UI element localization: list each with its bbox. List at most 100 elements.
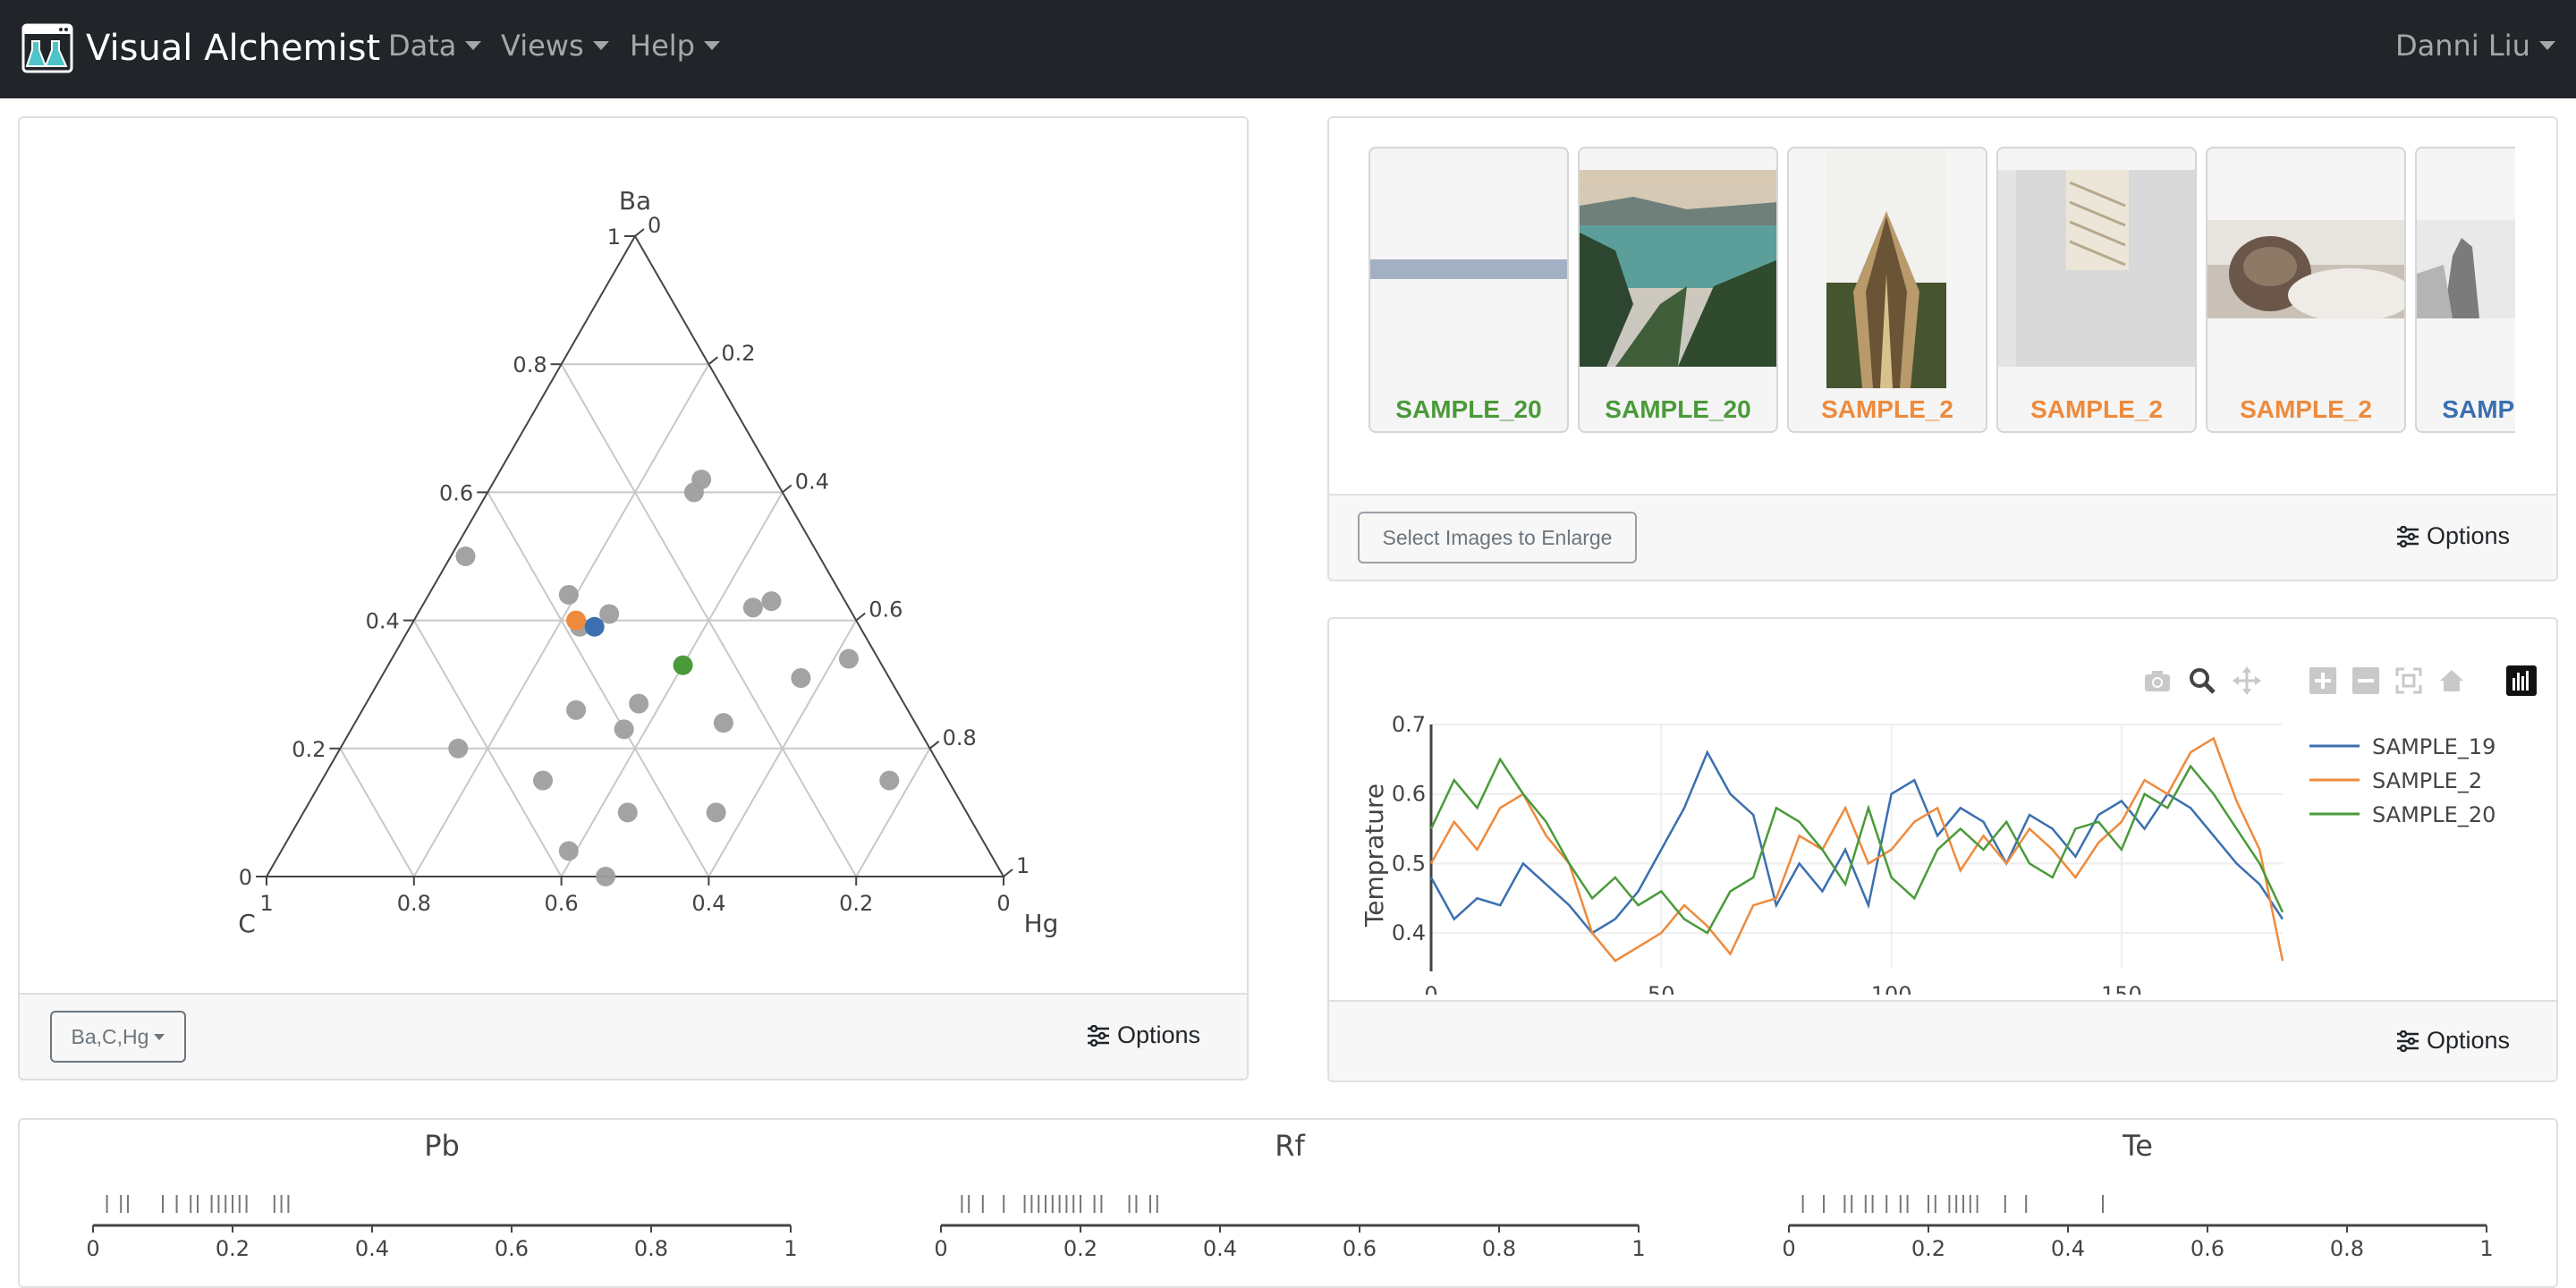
gallery-options-button[interactable]: Options bbox=[2396, 522, 2510, 550]
thumbnail[interactable]: SAMPLE_2 bbox=[1787, 147, 1987, 433]
thumbnail-label: SAMPLE_19 bbox=[2442, 395, 2515, 423]
rug-tick-label: 0.4 bbox=[2051, 1236, 2085, 1261]
ternary-point-sample_2 bbox=[566, 610, 587, 631]
rug-tick-label: 0.4 bbox=[355, 1236, 389, 1261]
thumbnail-strip[interactable]: SAMPLE_20 SAMPLE_20 SAMPLE_2 SAMPLE_2 SA… bbox=[1368, 118, 2515, 494]
caret-down-icon bbox=[2538, 41, 2555, 50]
ternary-point bbox=[596, 867, 616, 886]
select-images-button[interactable]: Select Images to Enlarge bbox=[1358, 512, 1637, 564]
caret-down-icon bbox=[592, 41, 609, 50]
legend-label: SAMPLE_19 bbox=[2372, 734, 2496, 759]
tick-label-hg: 0.8 bbox=[943, 725, 977, 750]
timeseries-options-button[interactable]: Options bbox=[2396, 1027, 2510, 1055]
gallery-footer: Select Images to Enlarge Options bbox=[1329, 494, 2556, 580]
rug-tick-label: 1 bbox=[2479, 1236, 2493, 1261]
tick-label-hg: 0 bbox=[648, 213, 661, 238]
nav-menu-label: Help bbox=[630, 29, 695, 63]
thumbnail-label: SAMPLE_20 bbox=[1605, 395, 1751, 423]
rug-tick-label: 1 bbox=[1631, 1236, 1645, 1261]
axis-title-ba: Ba bbox=[619, 186, 651, 216]
timeseries-plot[interactable]: 0.40.50.60.7050100150TimeTemprature SAMP… bbox=[1329, 619, 2558, 995]
tick-label-c: 1 bbox=[259, 891, 273, 916]
tick-label-ba: 0.4 bbox=[366, 609, 400, 634]
caret-down-icon bbox=[703, 41, 720, 50]
tick-label-ba: 0 bbox=[239, 865, 252, 890]
y-axis-title: Temprature bbox=[1360, 784, 1389, 928]
options-label: Options bbox=[2426, 522, 2510, 549]
ternary-point bbox=[617, 802, 638, 823]
variable-select-label: Ba,C,Hg bbox=[71, 1024, 149, 1048]
tick-label-ba: 0.8 bbox=[513, 352, 547, 377]
rug-tick-label: 0.6 bbox=[2190, 1236, 2224, 1261]
thumbnail[interactable]: SAMPLE_2 bbox=[2206, 147, 2406, 433]
rug-tick-label: 0.8 bbox=[1482, 1236, 1516, 1261]
sliders-icon bbox=[2396, 1030, 2419, 1052]
thumbnail[interactable]: SAMPLE_20 bbox=[1578, 147, 1778, 433]
thumbnail-label: SAMPLE_2 bbox=[2030, 395, 2163, 423]
ternary-point-sample_19 bbox=[584, 616, 605, 637]
thumbnail[interactable]: SAMPLE_19 bbox=[2415, 147, 2515, 433]
rug-title: Pb bbox=[424, 1129, 460, 1163]
rug-tick-label: 0.2 bbox=[1911, 1236, 1945, 1261]
tick-label-c: 0.4 bbox=[691, 891, 725, 916]
ternary-point-sample_20 bbox=[673, 655, 693, 675]
tick-label-c: 0.2 bbox=[839, 891, 873, 916]
y-tick-label: 0.6 bbox=[1392, 782, 1426, 807]
nav-menu-data[interactable]: Data bbox=[388, 29, 482, 63]
brand[interactable]: Visual Alchemist bbox=[21, 23, 380, 73]
rug-tick-label: 0.4 bbox=[1203, 1236, 1237, 1261]
rug-tick-label: 0.2 bbox=[1063, 1236, 1097, 1261]
tick-mark-hg bbox=[928, 741, 940, 750]
ternary-point bbox=[713, 713, 733, 733]
nav-menu-views[interactable]: Views bbox=[501, 29, 609, 63]
timeseries-card: 0.40.50.60.7050100150TimeTemprature SAMP… bbox=[1327, 617, 2558, 1082]
rug-tick-label: 0.8 bbox=[2330, 1236, 2364, 1261]
caret-down-icon bbox=[465, 41, 482, 50]
rug-title: Rf bbox=[1275, 1129, 1305, 1163]
ternary-point bbox=[879, 770, 900, 791]
ternary-plot[interactable]: 0 0 0 0.2 0.2 0.2 0.4 0.4 0.4 0.6 0.6 0.6 0.8 0.8 0.8 1… bbox=[20, 118, 1249, 995]
sliders-icon bbox=[1087, 1024, 1109, 1046]
rug-plot-te: Te 0 0.2 0.4 0.6 0.8 1 bbox=[1782, 1129, 2493, 1261]
thumbnail-image bbox=[1370, 259, 1567, 279]
tick-mark-hg bbox=[1003, 869, 1013, 877]
x-tick-label: 0 bbox=[1424, 982, 1437, 995]
nav-menu-help[interactable]: Help bbox=[630, 29, 720, 63]
rug-plots[interactable]: Pb 0 0.2 0.4 0.6 0.8 1 Rf 0 0.2 0.4 0.6 0.8 1 Te 0 0.2 0.… bbox=[20, 1120, 2558, 1275]
axis-title-c: C bbox=[238, 909, 256, 938]
x-tick-label: 100 bbox=[1871, 982, 1912, 995]
ternary-options-button[interactable]: Options bbox=[1087, 1021, 1200, 1049]
user-menu[interactable]: Danni Liu bbox=[2395, 29, 2555, 63]
options-label: Options bbox=[2426, 1027, 2510, 1054]
thumbnail[interactable]: SAMPLE_2 bbox=[1996, 147, 2197, 433]
variable-select-button[interactable]: Ba,C,Hg bbox=[50, 1011, 186, 1063]
sliders-icon bbox=[2396, 525, 2419, 547]
thumbnail[interactable]: SAMPLE_20 bbox=[1368, 147, 1569, 433]
ternary-grid bbox=[339, 363, 931, 877]
user-name: Danni Liu bbox=[2395, 29, 2530, 63]
y-tick-label: 0.5 bbox=[1392, 851, 1426, 876]
tick-label-c: 0.8 bbox=[397, 891, 431, 916]
ternary-point bbox=[629, 693, 649, 714]
tick-label-ba: 0.2 bbox=[292, 737, 326, 762]
ternary-point bbox=[448, 738, 469, 758]
thumbnail-image bbox=[1580, 170, 1776, 367]
ternary-point bbox=[691, 470, 712, 490]
tick-label-hg: 0.4 bbox=[795, 469, 829, 494]
thumbnail-label: SAMPLE_20 bbox=[1395, 395, 1542, 423]
legend-label: SAMPLE_2 bbox=[2372, 768, 2482, 793]
thumbnail-label: SAMPLE_2 bbox=[1821, 395, 1953, 423]
timeseries-lines bbox=[1429, 736, 2284, 962]
timeseries-legend[interactable]: SAMPLE_19 SAMPLE_2 SAMPLE_20 bbox=[2309, 734, 2496, 827]
rug-tick-label: 0.8 bbox=[634, 1236, 668, 1261]
brand-name: Visual Alchemist bbox=[86, 28, 381, 69]
tick-label-c: 0 bbox=[996, 891, 1010, 916]
y-tick-label: 0.4 bbox=[1392, 920, 1426, 945]
grid-line-c bbox=[487, 491, 710, 877]
rug-tick-label: 0 bbox=[934, 1236, 947, 1261]
rug-tick-label: 0.2 bbox=[216, 1236, 250, 1261]
ternary-point bbox=[558, 841, 579, 861]
tick-label-c: 0.6 bbox=[545, 891, 579, 916]
grid-line-hg bbox=[560, 491, 784, 877]
caret-down-icon bbox=[154, 1033, 165, 1040]
